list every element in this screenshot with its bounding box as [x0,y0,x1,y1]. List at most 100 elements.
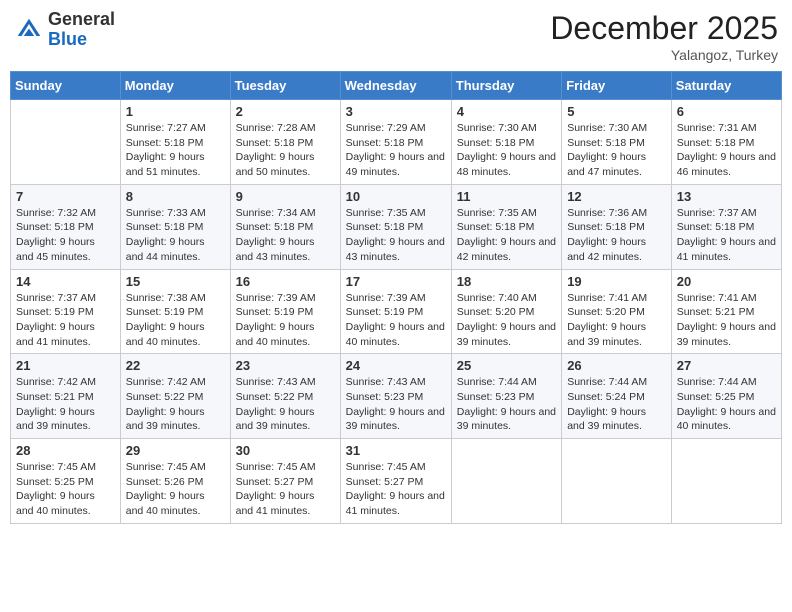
day-info: Sunrise: 7:44 AMSunset: 5:23 PMDaylight:… [457,375,556,434]
day-number: 12 [567,189,666,204]
calendar-cell: 23 Sunrise: 7:43 AMSunset: 5:22 PMDayligh… [230,354,340,439]
day-number: 1 [126,104,225,119]
day-info: Sunrise: 7:42 AMSunset: 5:21 PMDaylight:… [16,375,115,434]
day-info: Sunrise: 7:41 AMSunset: 5:20 PMDaylight:… [567,291,666,350]
day-info: Sunrise: 7:41 AMSunset: 5:21 PMDaylight:… [677,291,776,350]
weekday-header: Wednesday [340,72,451,100]
calendar-cell: 10 Sunrise: 7:35 AMSunset: 5:18 PMDayligh… [340,184,451,269]
calendar-cell: 28 Sunrise: 7:45 AMSunset: 5:25 PMDayligh… [11,439,121,524]
calendar-cell: 14Sunrise: 7:37 AMSunset: 5:19 PMDayligh… [11,269,121,354]
calendar-cell: 20 Sunrise: 7:41 AMSunset: 5:21 PMDayligh… [671,269,781,354]
day-info: Sunrise: 7:33 AMSunset: 5:18 PMDaylight:… [126,206,225,265]
day-info: Sunrise: 7:29 AMSunset: 5:18 PMDaylight:… [346,121,446,180]
calendar-cell: 18 Sunrise: 7:40 AMSunset: 5:20 PMDayligh… [451,269,561,354]
calendar-cell: 4 Sunrise: 7:30 AMSunset: 5:18 PMDaylight… [451,100,561,185]
day-info: Sunrise: 7:45 AMSunset: 5:25 PMDaylight:… [16,460,115,519]
day-info: Sunrise: 7:44 AMSunset: 5:24 PMDaylight:… [567,375,666,434]
calendar-cell: 1 Sunrise: 7:27 AMSunset: 5:18 PMDaylight… [120,100,230,185]
calendar-cell: 24 Sunrise: 7:43 AMSunset: 5:23 PMDayligh… [340,354,451,439]
day-info: Sunrise: 7:37 AMSunset: 5:18 PMDaylight:… [677,206,776,265]
day-number: 19 [567,274,666,289]
title-block: December 2025 Yalangoz, Turkey [550,10,778,63]
calendar-cell: 25 Sunrise: 7:44 AMSunset: 5:23 PMDayligh… [451,354,561,439]
calendar-cell: 13 Sunrise: 7:37 AMSunset: 5:18 PMDayligh… [671,184,781,269]
day-number: 7 [16,189,115,204]
day-info: Sunrise: 7:30 AMSunset: 5:18 PMDaylight:… [457,121,556,180]
day-number: 11 [457,189,556,204]
day-number: 4 [457,104,556,119]
calendar-week-row: 1 Sunrise: 7:27 AMSunset: 5:18 PMDaylight… [11,100,782,185]
day-info: Sunrise: 7:28 AMSunset: 5:18 PMDaylight:… [236,121,335,180]
weekday-header: Saturday [671,72,781,100]
calendar-cell [451,439,561,524]
day-number: 26 [567,358,666,373]
logo-blue: Blue [48,29,87,49]
calendar-cell: 15 Sunrise: 7:38 AMSunset: 5:19 PMDayligh… [120,269,230,354]
day-info: Sunrise: 7:37 AMSunset: 5:19 PMDaylight:… [16,291,115,350]
calendar-cell: 16Sunrise: 7:39 AMSunset: 5:19 PMDayligh… [230,269,340,354]
weekday-header: Friday [562,72,672,100]
day-number: 28 [16,443,115,458]
calendar-cell [671,439,781,524]
location: Yalangoz, Turkey [550,47,778,63]
day-info: Sunrise: 7:38 AMSunset: 5:19 PMDaylight:… [126,291,225,350]
day-info: Sunrise: 7:36 AMSunset: 5:18 PMDaylight:… [567,206,666,265]
calendar-cell: 26 Sunrise: 7:44 AMSunset: 5:24 PMDayligh… [562,354,672,439]
calendar-week-row: 21Sunrise: 7:42 AMSunset: 5:21 PMDayligh… [11,354,782,439]
weekday-header: Thursday [451,72,561,100]
day-info: Sunrise: 7:40 AMSunset: 5:20 PMDaylight:… [457,291,556,350]
calendar-week-row: 28 Sunrise: 7:45 AMSunset: 5:25 PMDayligh… [11,439,782,524]
calendar-week-row: 14Sunrise: 7:37 AMSunset: 5:19 PMDayligh… [11,269,782,354]
logo-icon [14,15,44,45]
calendar-cell: 8Sunrise: 7:33 AMSunset: 5:18 PMDaylight… [120,184,230,269]
day-info: Sunrise: 7:32 AMSunset: 5:18 PMDaylight:… [16,206,115,265]
day-info: Sunrise: 7:43 AMSunset: 5:23 PMDaylight:… [346,375,446,434]
day-number: 2 [236,104,335,119]
calendar-cell: 7 Sunrise: 7:32 AMSunset: 5:18 PMDaylight… [11,184,121,269]
day-number: 20 [677,274,776,289]
day-number: 30 [236,443,335,458]
month-year: December 2025 [550,10,778,47]
day-info: Sunrise: 7:43 AMSunset: 5:22 PMDaylight:… [236,375,335,434]
calendar-table: SundayMondayTuesdayWednesdayThursdayFrid… [10,71,782,524]
calendar-cell: 2 Sunrise: 7:28 AMSunset: 5:18 PMDaylight… [230,100,340,185]
calendar-cell [562,439,672,524]
calendar-cell: 3 Sunrise: 7:29 AMSunset: 5:18 PMDaylight… [340,100,451,185]
day-number: 15 [126,274,225,289]
day-number: 25 [457,358,556,373]
day-info: Sunrise: 7:44 AMSunset: 5:25 PMDaylight:… [677,375,776,434]
day-number: 6 [677,104,776,119]
day-number: 10 [346,189,446,204]
page-header: General Blue December 2025 Yalangoz, Tur… [10,10,782,63]
day-number: 22 [126,358,225,373]
day-info: Sunrise: 7:45 AMSunset: 5:27 PMDaylight:… [346,460,446,519]
weekday-header-row: SundayMondayTuesdayWednesdayThursdayFrid… [11,72,782,100]
calendar-cell: 31 Sunrise: 7:45 AMSunset: 5:27 PMDayligh… [340,439,451,524]
day-number: 27 [677,358,776,373]
day-number: 17 [346,274,446,289]
calendar-cell: 30 Sunrise: 7:45 AMSunset: 5:27 PMDayligh… [230,439,340,524]
day-number: 24 [346,358,446,373]
day-number: 3 [346,104,446,119]
day-number: 18 [457,274,556,289]
day-info: Sunrise: 7:35 AMSunset: 5:18 PMDaylight:… [457,206,556,265]
day-number: 23 [236,358,335,373]
calendar-cell: 21Sunrise: 7:42 AMSunset: 5:21 PMDayligh… [11,354,121,439]
calendar-cell: 17Sunrise: 7:39 AMSunset: 5:19 PMDayligh… [340,269,451,354]
day-info: Sunrise: 7:34 AMSunset: 5:18 PMDaylight:… [236,206,335,265]
logo-general: General [48,9,115,29]
calendar-cell: 27 Sunrise: 7:44 AMSunset: 5:25 PMDayligh… [671,354,781,439]
weekday-header: Sunday [11,72,121,100]
day-info: Sunrise: 7:31 AMSunset: 5:18 PMDaylight:… [677,121,776,180]
day-info: Sunrise: 7:27 AMSunset: 5:18 PMDaylight:… [126,121,225,180]
day-number: 31 [346,443,446,458]
day-info: Sunrise: 7:35 AMSunset: 5:18 PMDaylight:… [346,206,446,265]
weekday-header: Tuesday [230,72,340,100]
logo-text: General Blue [48,10,115,50]
day-info: Sunrise: 7:45 AMSunset: 5:26 PMDaylight:… [126,460,225,519]
day-number: 13 [677,189,776,204]
calendar-cell: 19 Sunrise: 7:41 AMSunset: 5:20 PMDayligh… [562,269,672,354]
day-number: 5 [567,104,666,119]
day-info: Sunrise: 7:39 AMSunset: 5:19 PMDaylight:… [236,291,335,350]
day-info: Sunrise: 7:45 AMSunset: 5:27 PMDaylight:… [236,460,335,519]
